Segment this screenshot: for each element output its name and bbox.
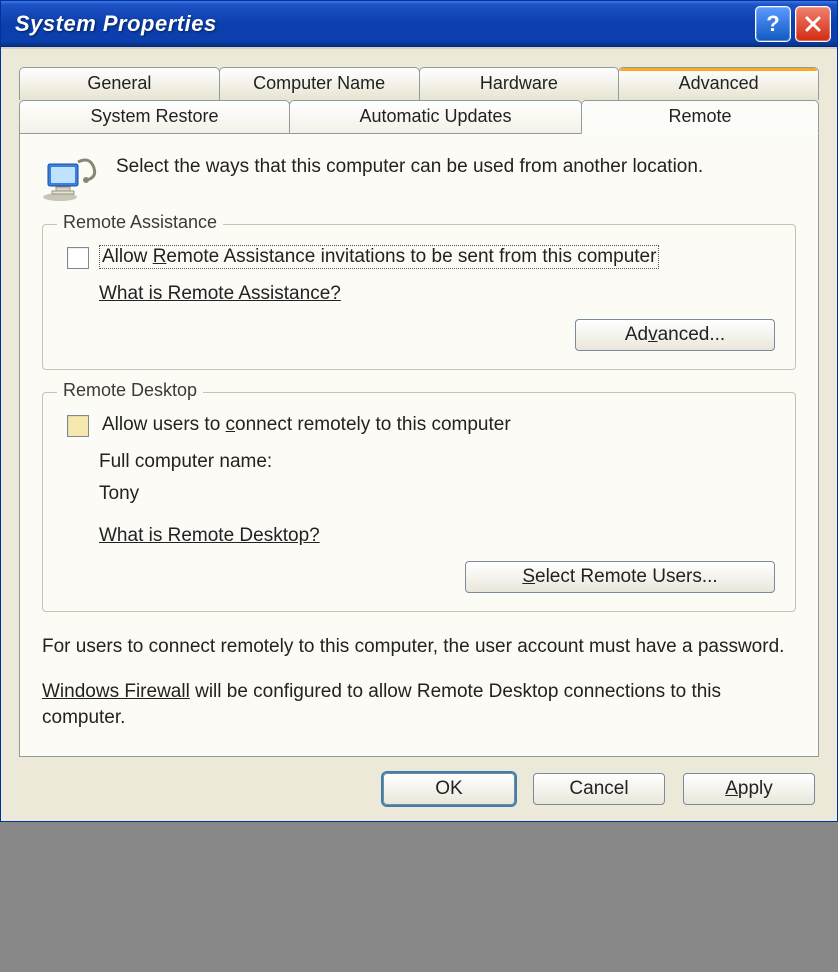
remote-desktop-help-row: What is Remote Desktop? <box>99 525 775 547</box>
client-area: General Computer Name Hardware Advanced … <box>1 47 837 821</box>
allow-remote-assistance-checkbox[interactable] <box>67 247 89 269</box>
system-properties-window: System Properties ? General Computer Nam… <box>0 0 838 822</box>
tab-system-restore[interactable]: System Restore <box>19 100 290 134</box>
tab-row-1: General Computer Name Hardware Advanced <box>19 67 819 100</box>
help-icon: ? <box>766 11 779 37</box>
remote-assistance-help-row: What is Remote Assistance? <box>99 283 775 305</box>
group-remote-desktop: Remote Desktop Allow users to connect re… <box>42 392 796 612</box>
close-button[interactable] <box>795 6 831 42</box>
allow-remote-assistance-label[interactable]: Allow Remote Assistance invitations to b… <box>99 245 659 269</box>
select-remote-users-button[interactable]: Select Remote Users... <box>465 561 775 593</box>
full-computer-name-value: Tony <box>99 483 775 505</box>
ok-button[interactable]: OK <box>383 773 515 805</box>
allow-remote-assistance-row: Allow Remote Assistance invitations to b… <box>67 245 775 269</box>
tab-hardware[interactable]: Hardware <box>419 67 620 100</box>
allow-remote-desktop-checkbox[interactable] <box>67 415 89 437</box>
what-is-remote-desktop-link[interactable]: What is Remote Desktop? <box>99 525 320 546</box>
password-note: For users to connect remotely to this co… <box>42 634 796 661</box>
intro-row: Select the ways that this computer can b… <box>42 154 796 202</box>
cancel-button[interactable]: Cancel <box>533 773 665 805</box>
windows-firewall-link[interactable]: Windows Firewall <box>42 681 190 702</box>
tab-strip: General Computer Name Hardware Advanced … <box>19 67 819 134</box>
tab-panel-remote: Select the ways that this computer can b… <box>19 133 819 757</box>
firewall-note: Windows Firewall will be configured to a… <box>42 679 796 732</box>
allow-remote-desktop-row: Allow users to connect remotely to this … <box>67 413 775 437</box>
tab-advanced[interactable]: Advanced <box>618 67 819 100</box>
titlebar: System Properties ? <box>1 1 837 47</box>
dialog-buttons: OK Cancel Apply <box>19 757 819 805</box>
remote-assistance-advanced-button[interactable]: Advanced... <box>575 319 775 351</box>
close-icon <box>803 14 823 34</box>
window-title: System Properties <box>15 11 217 37</box>
intro-text: Select the ways that this computer can b… <box>116 154 703 180</box>
allow-remote-desktop-label[interactable]: Allow users to connect remotely to this … <box>99 413 514 437</box>
titlebar-buttons: ? <box>755 6 831 42</box>
tab-general[interactable]: General <box>19 67 220 100</box>
tab-automatic-updates[interactable]: Automatic Updates <box>289 100 582 134</box>
group-remote-assistance: Remote Assistance Allow Remote Assistanc… <box>42 224 796 370</box>
help-button[interactable]: ? <box>755 6 791 42</box>
tab-remote[interactable]: Remote <box>581 100 819 134</box>
tab-row-2: System Restore Automatic Updates Remote <box>19 100 819 134</box>
tab-computer-name[interactable]: Computer Name <box>219 67 420 100</box>
remote-icon <box>42 154 98 202</box>
full-computer-name-label: Full computer name: <box>99 451 775 473</box>
group-remote-desktop-legend: Remote Desktop <box>57 380 203 401</box>
group-remote-assistance-legend: Remote Assistance <box>57 212 223 233</box>
apply-button[interactable]: Apply <box>683 773 815 805</box>
what-is-remote-assistance-link[interactable]: What is Remote Assistance? <box>99 283 341 304</box>
